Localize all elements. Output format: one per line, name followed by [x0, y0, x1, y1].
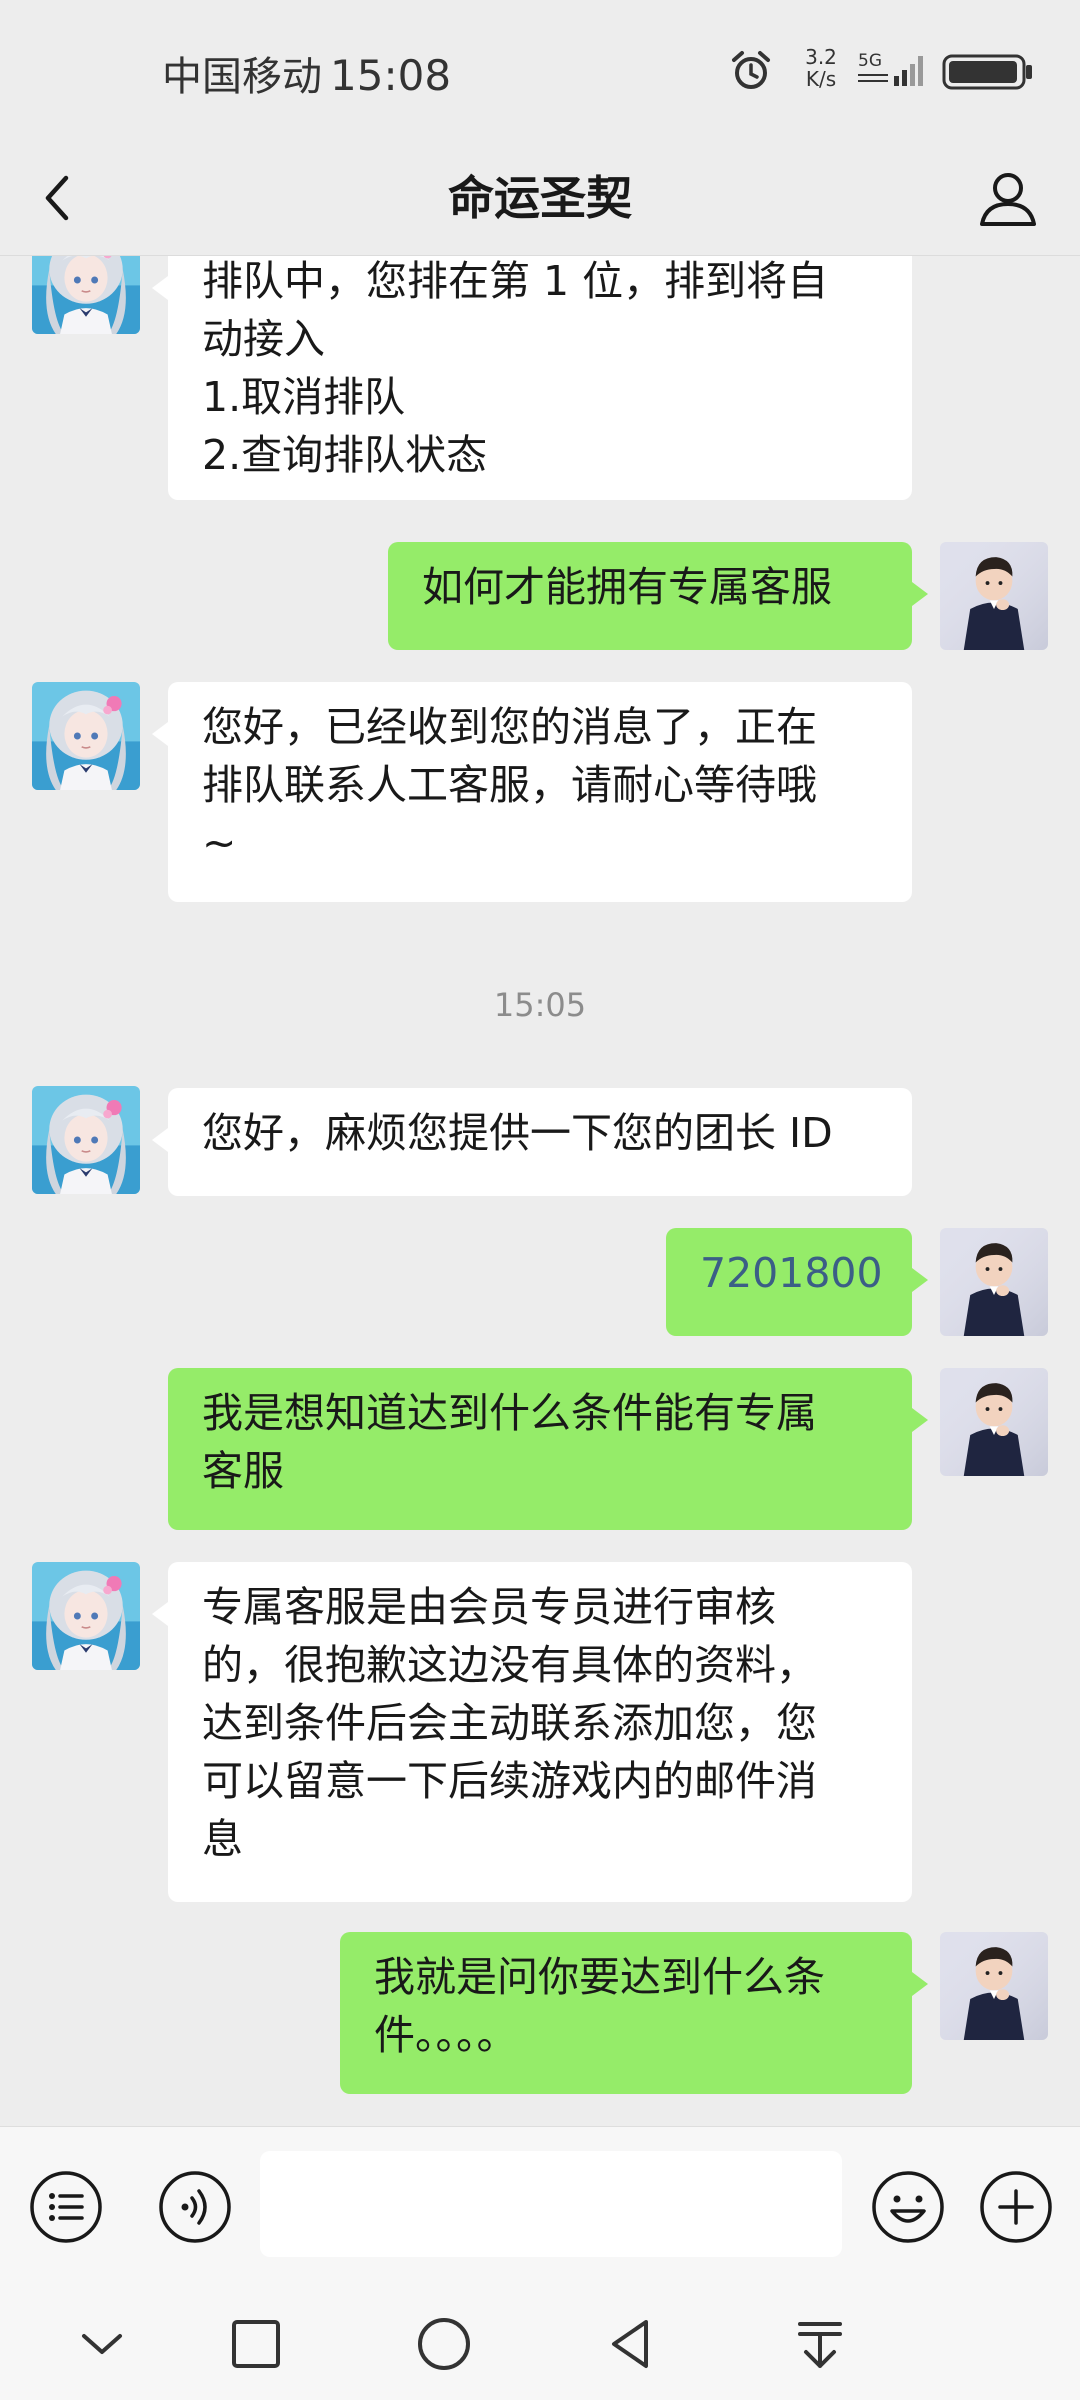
user-avatar[interactable] — [940, 1228, 1048, 1336]
bot-avatar[interactable] — [32, 1562, 140, 1670]
emoji-icon[interactable] — [870, 2169, 946, 2245]
alarm-icon — [732, 51, 770, 89]
back-triangle-icon[interactable] — [602, 2314, 662, 2374]
message-bubble-outgoing[interactable]: 7201800 — [666, 1228, 928, 1336]
bot-avatar[interactable] — [32, 1086, 140, 1194]
bot-avatar[interactable] — [32, 256, 140, 334]
chat-area[interactable]: 排队中，您排在第 1 位，排到将自 动接入 1.取消排队 2.查询排队状态 如何… — [0, 256, 1080, 2126]
input-bar — [0, 2126, 1080, 2284]
network-type: 5G — [858, 51, 882, 71]
network-speed-unit: K/s — [805, 67, 837, 91]
pull-down-icon[interactable] — [790, 2314, 850, 2374]
carrier-name: 中国移动 — [162, 54, 322, 100]
message-bubble-outgoing[interactable]: 如何才能拥有专属客服 — [388, 542, 928, 650]
voice-icon[interactable] — [157, 2169, 233, 2245]
home-circle-icon[interactable] — [414, 2314, 474, 2374]
message-bubble-outgoing[interactable]: 我就是问你要达到什么条 件。。。。 — [340, 1932, 928, 2094]
user-avatar[interactable] — [940, 542, 1048, 650]
chat-timestamp: 15:05 — [493, 986, 587, 1024]
battery-icon — [942, 54, 1032, 90]
message-bubble-incoming[interactable]: 您好，麻烦您提供一下您的团长 ID — [152, 1088, 912, 1196]
chat-title: 命运圣契 — [448, 171, 632, 225]
plus-icon[interactable] — [978, 2169, 1054, 2245]
message-bubble-incoming[interactable]: 专属客服是由会员专员进行审核 的，很抱歉这边没有具体的资料， 达到条件后会主动联… — [152, 1562, 912, 1902]
clock-time: 15:08 — [330, 51, 452, 100]
message-bubble-incoming[interactable]: 排队中，您排在第 1 位，排到将自 动接入 1.取消排队 2.查询排队状态 — [152, 256, 912, 500]
recents-square-icon[interactable] — [226, 2314, 286, 2374]
message-bubble-outgoing[interactable]: 我是想知道达到什么条件能有专属 客服 — [168, 1368, 928, 1530]
message-input[interactable] — [260, 2151, 842, 2257]
bot-avatar[interactable] — [32, 682, 140, 790]
network-speed-value: 3.2 — [805, 45, 837, 69]
status-indicators: 3.2 K/s 5G — [680, 44, 1080, 104]
menu-list-icon[interactable] — [28, 2169, 104, 2245]
user-avatar[interactable] — [940, 1932, 1048, 2040]
status-bar: 中国移动 15:08 3.2 K/s 5G — [0, 0, 1080, 140]
network-speed: 3.2 K/s — [796, 46, 846, 90]
chat-header: 命运圣契 — [0, 140, 1080, 256]
chevron-down-icon[interactable] — [72, 2314, 132, 2374]
carrier-time: 中国移动 15:08 — [162, 44, 451, 102]
profile-icon[interactable] — [976, 166, 1040, 230]
signal-icon: 5G — [858, 51, 923, 86]
user-avatar[interactable] — [940, 1368, 1048, 1476]
system-navigation-bar — [0, 2284, 1080, 2400]
message-bubble-incoming[interactable]: 您好，已经收到您的消息了，正在 排队联系人工客服，请耐心等待哦 ~ — [152, 682, 912, 902]
